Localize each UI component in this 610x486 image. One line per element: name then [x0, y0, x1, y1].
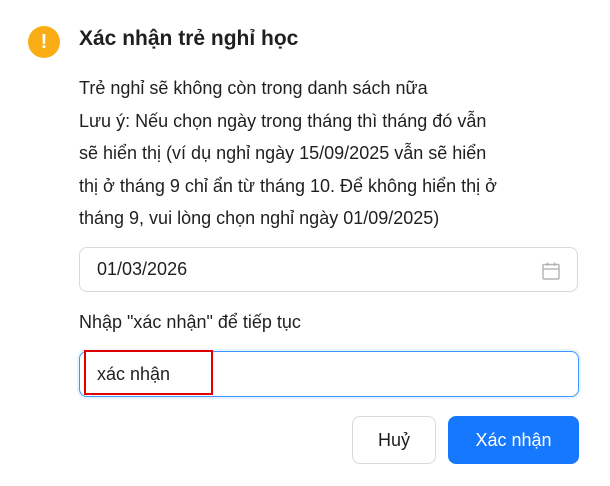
- description-line: sẽ hiển thị (ví dụ nghỉ ngày 15/09/2025 …: [79, 143, 487, 163]
- dialog-description: Trẻ nghỉ sẽ không còn trong danh sách nữ…: [79, 72, 579, 235]
- description-line: tháng 9, vui lòng chọn nghỉ ngày 01/09/2…: [79, 208, 440, 228]
- confirm-label: Nhập "xác nhận" để tiếp tục: [79, 312, 301, 332]
- description-line: Lưu ý: Nếu chọn ngày trong tháng thì thá…: [79, 110, 487, 131]
- exclamation-circle-icon: !: [28, 26, 60, 58]
- cancel-button[interactable]: Huỷ: [352, 416, 436, 464]
- confirm-button[interactable]: Xác nhận: [448, 416, 579, 464]
- description-line: Trẻ nghỉ sẽ không còn trong danh sách nữ…: [79, 78, 428, 98]
- description-line: thị ở tháng 9 chỉ ẩn từ tháng 10. Để khô…: [79, 175, 497, 196]
- calendar-icon[interactable]: [541, 261, 561, 281]
- dialog-title: Xác nhận trẻ nghỉ học: [79, 27, 299, 50]
- date-picker[interactable]: 01/03/2026: [79, 247, 578, 292]
- date-picker-value: 01/03/2026: [97, 259, 188, 279]
- confirm-dialog: ! Xác nhận trẻ nghỉ học Trẻ nghỉ sẽ khôn…: [0, 0, 610, 486]
- confirm-input[interactable]: [79, 351, 579, 397]
